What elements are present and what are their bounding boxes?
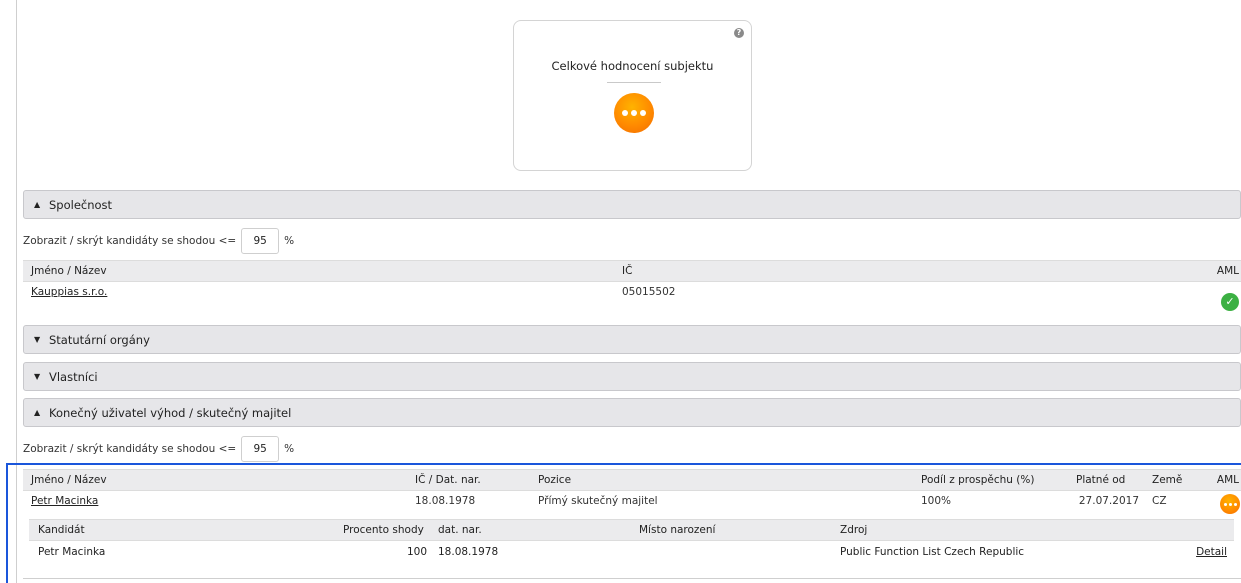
- candidate-source: Public Function List Czech Republic: [840, 546, 1025, 558]
- candidate-dob: 18.08.1978: [438, 546, 499, 558]
- rating-divider: [607, 82, 661, 83]
- match-threshold-input[interactable]: 95: [241, 228, 280, 254]
- filter-label: Zobrazit / skrýt kandidáty se shodou <=: [23, 443, 237, 455]
- company-name-link[interactable]: Kauppias s.r.o.: [31, 282, 107, 302]
- chevron-down-icon: ▼: [34, 335, 41, 344]
- section-statutory-header[interactable]: ▼ Statutární orgány: [23, 325, 1241, 354]
- col-source: Zdroj: [840, 524, 868, 536]
- section-ubo-label: Konečný uživatel výhod / skutečný majite…: [49, 405, 292, 420]
- company-ic: 05015502: [622, 286, 676, 298]
- page-left-border: [16, 0, 17, 583]
- col-ic: IČ: [622, 265, 633, 277]
- section-statutory-label: Statutární orgány: [49, 332, 150, 347]
- candidate-match: 100: [406, 546, 427, 558]
- ubo-name-link[interactable]: Petr Macinka: [31, 490, 98, 512]
- filter-unit: %: [284, 443, 295, 455]
- overall-rating-card: ? Celkové hodnocení subjektu: [513, 20, 752, 171]
- company-filter-row: Zobrazit / skrýt kandidáty se shodou <= …: [23, 228, 294, 254]
- help-icon[interactable]: ?: [734, 28, 744, 38]
- col-candidate: Kandidát: [38, 524, 85, 536]
- check-circle-icon: ✓: [1221, 293, 1239, 311]
- col-ic-dob: IČ / Dat. nar.: [415, 474, 481, 486]
- candidate-name: Petr Macinka: [38, 546, 106, 558]
- col-dob: dat. nar.: [438, 524, 482, 536]
- table-row: Kauppias s.r.o. 05015502 ✓: [23, 282, 1241, 311]
- pending-dots-icon: [1220, 494, 1240, 514]
- ubo-country: CZ: [1152, 495, 1167, 507]
- col-match: Procento shody: [343, 524, 424, 536]
- section-owners-label: Vlastníci: [49, 369, 98, 384]
- section-company-label: Společnost: [49, 197, 113, 212]
- col-position: Pozice: [538, 474, 572, 486]
- chevron-up-icon: ▲: [34, 200, 41, 209]
- aml-status: ✓: [1221, 292, 1239, 312]
- col-name: Jméno / Název: [31, 474, 107, 486]
- col-aml: AML: [1216, 265, 1239, 277]
- rating-title: Celkové hodnocení subjektu: [551, 59, 714, 73]
- col-name: Jméno / Název: [31, 265, 107, 277]
- table-row: Petr Macinka 18.08.1978 Přímý skutečný m…: [23, 490, 1241, 515]
- ubo-table-header: Jméno / Název IČ / Dat. nar. Pozice Podí…: [23, 469, 1241, 491]
- col-share: Podíl z prospěchu (%): [921, 474, 1035, 486]
- col-aml: AML: [1216, 474, 1239, 486]
- filter-label: Zobrazit / skrýt kandidáty se shodou <=: [23, 235, 237, 247]
- chevron-down-icon: ▼: [34, 372, 41, 381]
- ubo-share: 100%: [921, 495, 952, 507]
- col-birthplace: Místo narození: [639, 524, 716, 536]
- rating-pending-icon: [614, 93, 654, 133]
- ubo-valid-from: 27.07.2017: [1078, 495, 1139, 507]
- bottom-divider: [23, 578, 1241, 579]
- section-owners-header[interactable]: ▼ Vlastníci: [23, 362, 1241, 391]
- chevron-up-icon: ▲: [34, 408, 41, 417]
- aml-status[interactable]: [1220, 493, 1240, 515]
- section-ubo-header[interactable]: ▲ Konečný uživatel výhod / skutečný maji…: [23, 398, 1241, 427]
- ubo-position: Přímý skutečný majitel: [538, 495, 658, 507]
- ubo-filter-row: Zobrazit / skrýt kandidáty se shodou <= …: [23, 436, 294, 462]
- ubo-dob: 18.08.1978: [415, 495, 476, 507]
- filter-unit: %: [284, 235, 295, 247]
- table-row: Petr Macinka 100 18.08.1978 Public Funct…: [29, 541, 1234, 563]
- section-company-header[interactable]: ▲ Společnost: [23, 190, 1241, 219]
- candidates-header: Kandidát Procento shody dat. nar. Místo …: [29, 519, 1234, 541]
- company-table-header: Jméno / Název IČ AML: [23, 260, 1241, 282]
- detail-link[interactable]: Detail: [1196, 541, 1227, 563]
- col-country: Země: [1152, 474, 1183, 486]
- match-threshold-input[interactable]: 95: [241, 436, 280, 462]
- col-valid-from: Platné od: [1076, 474, 1126, 486]
